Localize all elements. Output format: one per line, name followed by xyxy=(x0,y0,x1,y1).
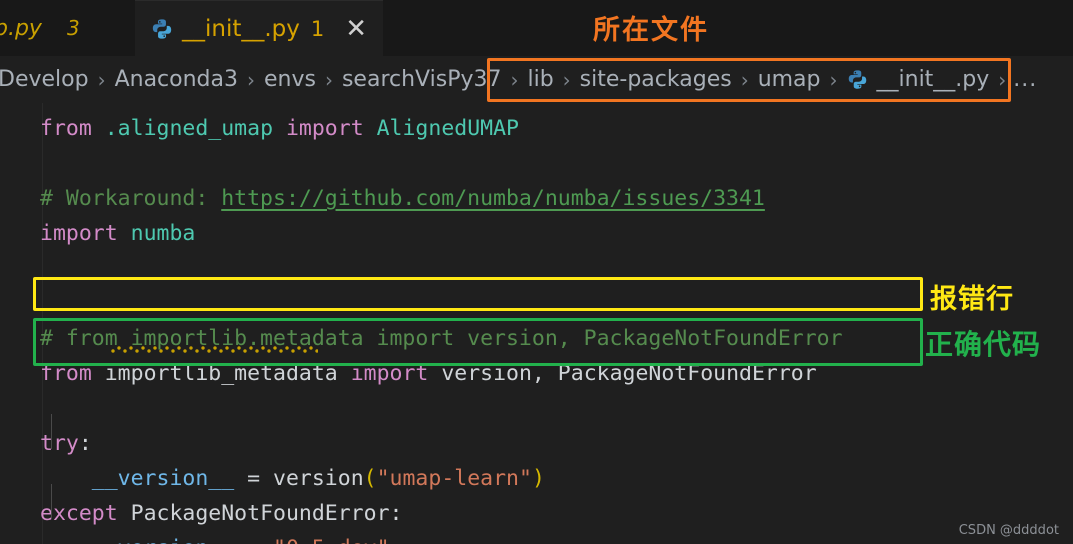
annotation-correct-code: 正确代码 xyxy=(925,328,1042,361)
tab-bar-empty-space xyxy=(383,0,1073,56)
python-icon xyxy=(847,69,869,91)
tab-inactive-partial[interactable]: p.py 3 xyxy=(0,0,135,56)
line-from-aligned-umap: from .aligned_umap import AlignedUMAP xyxy=(40,111,519,146)
chevron-right-icon: › xyxy=(510,67,519,92)
code-token: from xyxy=(40,361,92,386)
code-token: = xyxy=(247,536,260,544)
breadcrumb-item-init-py[interactable]: __init__.py xyxy=(875,67,992,92)
breadcrumb: Develop › Anaconda3 › envs › searchVisPy… xyxy=(0,56,1073,103)
tab-badge: 3 xyxy=(66,16,80,40)
code-token: "0.5-dev" xyxy=(273,536,390,544)
code-token: import xyxy=(285,116,364,141)
code-token: : xyxy=(78,431,92,456)
code-token: import xyxy=(40,221,118,246)
python-icon xyxy=(151,18,173,40)
line-try: try: xyxy=(40,426,92,461)
line-workaround-comment: # Workaround: https://github.com/numba/n… xyxy=(40,181,765,216)
code-token: AlignedUMAP xyxy=(376,116,519,141)
tab-badge: 1 xyxy=(310,16,325,41)
indent-guide xyxy=(51,484,52,519)
indent-guide xyxy=(51,414,52,449)
tab-label: __init__.py xyxy=(182,15,300,42)
code-token: version xyxy=(273,466,364,491)
line-import-importlib-metadata: from importlib_metadata import version, … xyxy=(40,356,817,391)
code-token: # Workaround: xyxy=(40,186,222,211)
chevron-right-icon: › xyxy=(740,67,749,92)
code-token: ) xyxy=(531,466,545,491)
watermark: CSDN @ddddot xyxy=(958,523,1059,538)
chevron-right-icon: › xyxy=(324,67,333,92)
breadcrumb-item-umap[interactable]: umap xyxy=(756,67,823,92)
code-token: import xyxy=(350,361,429,386)
breadcrumb-item-site-packages[interactable]: site-packages xyxy=(578,67,734,92)
breadcrumb-overflow[interactable]: ... xyxy=(1013,67,1037,92)
breadcrumb-item-anaconda3[interactable]: Anaconda3 xyxy=(113,67,240,92)
code-token: importlib_metadata xyxy=(104,361,338,386)
code-token: https://github.com/numba/numba/issues/33… xyxy=(221,186,765,211)
code-token: PackageNotFoundError xyxy=(130,501,390,526)
code-token: = xyxy=(247,466,261,491)
code-token: __version__ xyxy=(91,466,235,491)
code-token: from xyxy=(40,116,92,141)
annotation-file-location: 所在文件 xyxy=(593,15,709,46)
code-token: ( xyxy=(363,466,377,491)
breadcrumb-item-develop[interactable]: Develop xyxy=(0,67,91,92)
vscode-window: p.py 3 __init__.py 1 ✕ 所在文件 Develop › An… xyxy=(0,0,1073,544)
code-token: version, PackageNotFoundError xyxy=(441,361,817,386)
annotation-error-line: 报错行 xyxy=(930,284,1014,315)
chevron-right-icon: › xyxy=(998,67,1007,92)
chevron-right-icon: › xyxy=(829,67,838,92)
breadcrumb-item-envs[interactable]: envs xyxy=(262,67,318,92)
error-squiggle xyxy=(110,346,318,353)
line-except: except PackageNotFoundError: xyxy=(40,496,402,531)
breadcrumb-item-lib[interactable]: lib xyxy=(525,67,555,92)
code-token: .aligned_umap xyxy=(104,116,274,141)
code-token: : xyxy=(389,501,403,526)
editor-tab-bar: p.py 3 __init__.py 1 ✕ xyxy=(0,0,1073,56)
code-token: __version__ xyxy=(92,536,234,544)
chevron-right-icon: › xyxy=(97,67,106,92)
code-editor[interactable]: from .aligned_umap import AlignedUMAP # W… xyxy=(0,103,1073,544)
breadcrumb-item-searchvispy37[interactable]: searchVisPy37 xyxy=(340,67,504,92)
line-import-numba: import numba xyxy=(40,216,195,251)
line-version-fallback: __version__ = "0.5-dev" xyxy=(40,531,390,544)
chevron-right-icon: › xyxy=(247,67,255,92)
tab-label: p.py xyxy=(0,15,42,41)
line-version-assign: __version__ = version("umap-learn") xyxy=(40,461,545,496)
code-token: "umap-learn" xyxy=(376,466,532,491)
tab-init-py[interactable]: __init__.py 1 ✕ xyxy=(135,0,384,56)
code-token: try xyxy=(40,431,79,456)
chevron-right-icon: › xyxy=(562,67,571,92)
close-icon[interactable]: ✕ xyxy=(345,16,367,42)
code-token: numba xyxy=(130,221,196,246)
